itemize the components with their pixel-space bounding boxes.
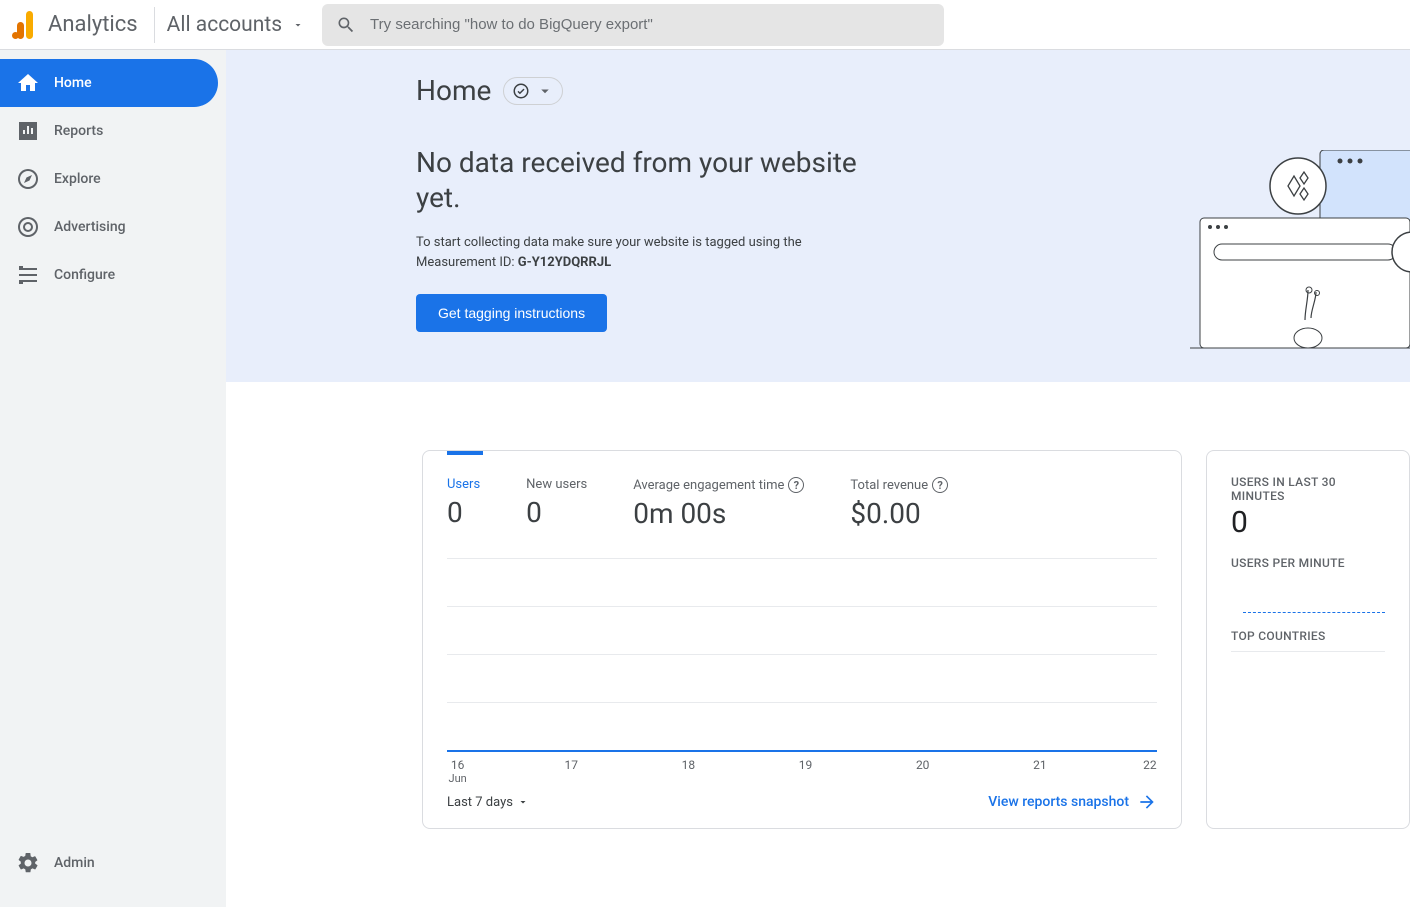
configure-icon — [16, 263, 40, 287]
x-tick: 17 — [565, 758, 579, 772]
nav-item-reports[interactable]: Reports — [0, 107, 226, 155]
analytics-logo-icon — [12, 11, 36, 39]
gridline — [447, 606, 1157, 654]
chart: 16Jun 17 18 19 20 21 22 — [447, 558, 1157, 784]
metric-value: 0 — [447, 496, 480, 529]
metric-label-text: Total revenue — [850, 478, 928, 493]
cards-row: Users 0 New users 0 Average engagement t… — [226, 382, 1410, 829]
metric-value: 0 — [526, 496, 587, 529]
measurement-id: G-Y12YDQRRJL — [518, 255, 611, 270]
nav-item-explore[interactable]: Explore — [0, 155, 226, 203]
divider — [1231, 651, 1385, 652]
x-tick: 22 — [1143, 758, 1157, 772]
page-title-row: Home — [416, 74, 1410, 107]
card-footer: Last 7 days View reports snapshot — [447, 792, 1157, 812]
brand-title: Analytics — [48, 12, 138, 37]
view-snapshot-link[interactable]: View reports snapshot — [988, 792, 1157, 812]
gridline — [447, 702, 1157, 750]
metric-label: Average engagement time ? — [633, 477, 804, 493]
metric-label: New users — [526, 477, 587, 492]
illustration — [1190, 150, 1410, 380]
x-tick: 16Jun — [449, 758, 467, 785]
realtime-value: 0 — [1231, 505, 1385, 540]
nav-label: Explore — [54, 171, 101, 187]
banner-text: To start collecting data make sure your … — [416, 233, 856, 272]
main-area: Home No data received from your website … — [226, 50, 1410, 907]
account-switcher-label: All accounts — [167, 13, 282, 37]
advertising-icon — [16, 215, 40, 239]
snapshot-link-label: View reports snapshot — [988, 794, 1129, 810]
metric-label: Users — [447, 477, 480, 492]
banner-heading: No data received from your website yet. — [416, 145, 896, 215]
nav-label: Configure — [54, 267, 115, 283]
account-switcher[interactable]: All accounts — [167, 13, 304, 37]
header-divider — [154, 7, 155, 43]
nav-item-configure[interactable]: Configure — [0, 251, 226, 299]
nav-label: Advertising — [54, 219, 126, 235]
date-range-selector[interactable]: Last 7 days — [447, 795, 529, 810]
x-tick: 19 — [799, 758, 813, 772]
app-header: Analytics All accounts — [0, 0, 1410, 50]
users-per-min-label: USERS PER MINUTE — [1231, 556, 1385, 570]
help-icon[interactable]: ? — [932, 477, 948, 493]
explore-icon — [16, 167, 40, 191]
overview-card: Users 0 New users 0 Average engagement t… — [422, 450, 1182, 829]
metric-label-text: Average engagement time — [633, 478, 784, 493]
search-input[interactable] — [370, 16, 930, 33]
metric-new-users[interactable]: New users 0 — [526, 477, 587, 530]
metric-total-revenue[interactable]: Total revenue ? $0.00 — [850, 477, 948, 530]
verified-chip[interactable] — [503, 77, 563, 105]
gridline — [447, 654, 1157, 702]
x-tick: 20 — [916, 758, 930, 772]
realtime-label: USERS IN LAST 30 MINUTES — [1231, 475, 1385, 503]
sidebar: Home Reports Explore Advertising Configu… — [0, 50, 226, 907]
chevron-down-icon — [536, 82, 554, 100]
x-tick: 18 — [682, 758, 696, 772]
x-axis: 16Jun 17 18 19 20 21 22 — [447, 750, 1157, 784]
chevron-down-icon — [517, 796, 529, 808]
metrics-row: Users 0 New users 0 Average engagement t… — [447, 451, 1157, 530]
home-icon — [16, 71, 40, 95]
realtime-card: USERS IN LAST 30 MINUTES 0 USERS PER MIN… — [1206, 450, 1410, 829]
reports-icon — [16, 119, 40, 143]
x-tick: 21 — [1033, 758, 1047, 772]
metric-value: $0.00 — [850, 497, 948, 530]
gear-icon — [16, 851, 40, 875]
page-title: Home — [416, 74, 491, 107]
metric-engagement-time[interactable]: Average engagement time ? 0m 00s — [633, 477, 804, 530]
help-icon[interactable]: ? — [788, 477, 804, 493]
metric-label: Total revenue ? — [850, 477, 948, 493]
nav-item-advertising[interactable]: Advertising — [0, 203, 226, 251]
nav-label: Reports — [54, 123, 103, 139]
banner: Home No data received from your website … — [226, 50, 1410, 382]
sparkline-placeholder — [1243, 612, 1385, 613]
nav-item-home[interactable]: Home — [0, 59, 218, 107]
top-countries-label: TOP COUNTRIES — [1231, 629, 1385, 643]
arrow-right-icon — [1137, 792, 1157, 812]
gridline — [447, 558, 1157, 606]
checkmark-circle-icon — [512, 82, 530, 100]
search-bar[interactable] — [322, 4, 944, 46]
metric-value: 0m 00s — [633, 497, 804, 530]
chevron-down-icon — [292, 19, 304, 31]
nav-item-admin[interactable]: Admin — [0, 839, 226, 887]
metric-users[interactable]: Users 0 — [447, 477, 480, 530]
date-range-label: Last 7 days — [447, 795, 513, 810]
tick-main: 16 — [451, 758, 465, 772]
nav-label: Admin — [54, 855, 95, 871]
nav-label: Home — [54, 75, 92, 91]
search-icon — [336, 15, 356, 35]
tagging-instructions-button[interactable]: Get tagging instructions — [416, 294, 607, 332]
